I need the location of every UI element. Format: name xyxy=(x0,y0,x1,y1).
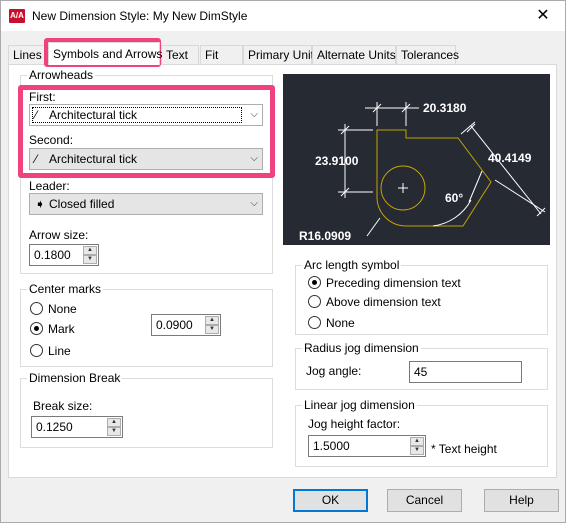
radius-leader xyxy=(366,217,381,237)
radio-circle xyxy=(308,316,321,329)
ok-button[interactable]: OK xyxy=(293,489,368,512)
radius-text: R16.0909 xyxy=(299,229,351,243)
radio-circle xyxy=(308,295,321,308)
text-height-suffix: * Text height xyxy=(431,442,497,456)
arc-preceding-label: Preceding dimension text xyxy=(326,276,461,290)
help-button[interactable]: Help xyxy=(484,489,559,512)
part-outline xyxy=(376,129,492,227)
second-arrowhead-select[interactable]: ⁄ Architectural tick ⌵ xyxy=(29,148,263,170)
window-title: New Dimension Style: My New DimStyle xyxy=(32,9,248,23)
first-label: First: xyxy=(29,90,56,104)
radius-jog-title: Radius jog dimension xyxy=(302,341,421,355)
second-label: Second: xyxy=(29,133,74,147)
tab-alternate-units[interactable]: Alternate Units xyxy=(312,45,396,64)
spin-down-icon[interactable]: ▼ xyxy=(205,325,219,334)
leader-value: Closed filled xyxy=(49,197,115,211)
jog-height-factor-spinner[interactable]: 1.5000 ▲ ▼ xyxy=(308,435,426,457)
closed-filled-arrow-icon: ➧ xyxy=(35,197,46,211)
arc-above-radio[interactable]: Above dimension text xyxy=(308,295,441,309)
jog-angle-value: 45 xyxy=(414,365,428,379)
leader-select[interactable]: ➧ Closed filled ⌵ xyxy=(29,193,263,215)
spin-up-icon[interactable]: ▲ xyxy=(205,316,219,325)
center-mark-mark-radio[interactable]: Mark xyxy=(30,322,75,336)
break-size-label: Break size: xyxy=(33,399,93,413)
break-size-spinner[interactable]: 0.1250 ▲ ▼ xyxy=(31,416,123,438)
linear-jog-title: Linear jog dimension xyxy=(302,398,417,412)
radio-circle xyxy=(30,302,43,315)
chevron-down-icon: ⌵ xyxy=(250,153,258,164)
architectural-tick-icon: ⁄ xyxy=(35,152,38,166)
spin-down-icon[interactable]: ▼ xyxy=(83,255,97,264)
first-arrowhead-select[interactable]: ⁄ Architectural tick ⌵ xyxy=(29,104,263,126)
close-icon[interactable]: ✕ xyxy=(521,1,565,31)
jog-angle-input[interactable]: 45 xyxy=(409,361,522,383)
break-size-value: 0.1250 xyxy=(36,420,73,434)
angle-text: 60° xyxy=(445,191,463,205)
spin-up-icon[interactable]: ▲ xyxy=(83,246,97,255)
radio-circle-selected xyxy=(30,322,43,335)
jog-angle-label: Jog angle: xyxy=(306,364,362,378)
dim-left-text: 23.9100 xyxy=(315,154,359,168)
spin-down-icon[interactable]: ▼ xyxy=(107,427,121,436)
dialog-window: A/A New Dimension Style: My New DimStyle… xyxy=(0,0,566,523)
dim-top-text: 20.3180 xyxy=(423,101,467,115)
tab-primary-units[interactable]: Primary Units xyxy=(243,45,320,64)
preview-drawing: 20.3180 23.9100 40.4149 60° R16.0909 xyxy=(299,101,546,243)
arc-none-radio[interactable]: None xyxy=(308,316,355,330)
center-mark-size-value: 0.0900 xyxy=(156,318,193,332)
tab-fit[interactable]: Fit xyxy=(200,45,243,64)
radio-circle-selected xyxy=(308,276,321,289)
tab-tolerances[interactable]: Tolerances xyxy=(396,45,459,64)
arrowheads-title: Arrowheads xyxy=(27,68,96,82)
center-marks-title: Center marks xyxy=(27,282,104,296)
arrow-size-spinner[interactable]: 0.1800 ▲ ▼ xyxy=(29,244,99,266)
second-arrowhead-value: Architectural tick xyxy=(49,152,138,166)
tab-lines[interactable]: Lines xyxy=(8,45,46,64)
center-mark-size-spinner[interactable]: 0.0900 ▲ ▼ xyxy=(151,314,221,336)
center-mark-line-radio[interactable]: Line xyxy=(30,344,71,358)
center-mark-mark-label: Mark xyxy=(48,322,75,336)
center-mark-none-label: None xyxy=(48,302,77,316)
title-bar: A/A New Dimension Style: My New DimStyle… xyxy=(1,1,565,31)
leader-label: Leader: xyxy=(29,179,70,193)
spin-down-icon[interactable]: ▼ xyxy=(410,446,424,455)
arc-none-label: None xyxy=(326,316,355,330)
tab-symbols-and-arrows[interactable]: Symbols and Arrows xyxy=(48,42,162,65)
arc-length-title: Arc length symbol xyxy=(302,258,402,272)
chevron-down-icon: ⌵ xyxy=(250,109,258,120)
dim-right-text: 40.4149 xyxy=(488,151,532,165)
center-mark-line-label: Line xyxy=(48,344,71,358)
app-icon: A/A xyxy=(9,9,25,23)
spin-up-icon[interactable]: ▲ xyxy=(107,418,121,427)
spin-up-icon[interactable]: ▲ xyxy=(410,437,424,446)
radio-circle xyxy=(30,344,43,357)
first-arrowhead-value: Architectural tick xyxy=(49,108,138,122)
center-mark-none-radio[interactable]: None xyxy=(30,302,77,316)
dimension-break-title: Dimension Break xyxy=(27,371,123,385)
jog-height-factor-value: 1.5000 xyxy=(313,439,350,453)
arc-preceding-radio[interactable]: Preceding dimension text xyxy=(308,276,461,290)
chevron-down-icon: ⌵ xyxy=(250,198,258,209)
jog-height-factor-label: Jog height factor: xyxy=(308,417,401,431)
arrow-size-value: 0.1800 xyxy=(34,248,71,262)
tab-text[interactable]: Text xyxy=(161,45,199,64)
arc-above-label: Above dimension text xyxy=(326,295,441,309)
dimension-preview: 20.3180 23.9100 40.4149 60° R16.0909 xyxy=(283,74,550,245)
cancel-button[interactable]: Cancel xyxy=(387,489,462,512)
arrow-size-label: Arrow size: xyxy=(29,228,89,242)
